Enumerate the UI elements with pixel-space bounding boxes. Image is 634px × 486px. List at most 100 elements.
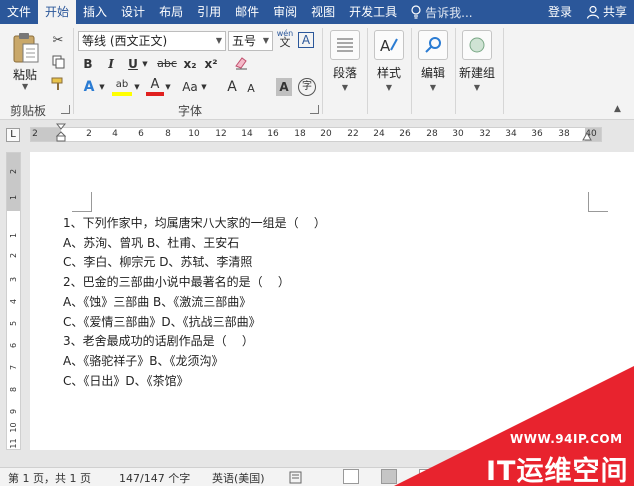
horizontal-ruler[interactable]: 2 2 4 6 8 10 12 14 16 18 20 22 24 26 28 30 32 34 36 38 40 bbox=[30, 127, 602, 142]
signin-button[interactable]: 登录 bbox=[541, 0, 579, 24]
cut-icon[interactable]: ✂ bbox=[50, 32, 66, 48]
tab-developer[interactable]: 开发工具 bbox=[342, 0, 404, 24]
watermark-brand: IT运维空间 bbox=[486, 456, 629, 486]
doc-line[interactable]: C、《日出》D、《茶馆》 bbox=[63, 372, 326, 392]
phonetic-guide-button[interactable]: wén 文 bbox=[276, 29, 294, 49]
tab-insert[interactable]: 插入 bbox=[76, 0, 114, 24]
styles-button[interactable]: A 样式 ▼ bbox=[367, 30, 411, 92]
tab-selector[interactable]: L bbox=[6, 128, 20, 142]
char-shading-button[interactable]: A bbox=[276, 78, 292, 96]
ruler-tick-label: 36 bbox=[531, 129, 543, 139]
page-count[interactable]: 第 1 页，共 1 页 bbox=[8, 470, 91, 486]
paste-dropdown-icon[interactable]: ▼ bbox=[22, 82, 28, 91]
doc-line[interactable]: 1、下列作家中，均属唐宋八大家的一组是（ ） bbox=[63, 214, 326, 234]
doc-line[interactable]: 3、老舍最成功的话剧作品是（ ） bbox=[63, 332, 326, 352]
chevron-down-icon[interactable]: ▼ bbox=[164, 78, 172, 96]
tab-review[interactable]: 审阅 bbox=[266, 0, 304, 24]
language-indicator[interactable]: 英语(美国) bbox=[212, 470, 265, 486]
ruler-tick-label: 26 bbox=[399, 129, 411, 139]
document-body[interactable]: 1、下列作家中，均属唐宋八大家的一组是（ ） A、苏洵、曾巩 B、杜甫、王安石 C、… bbox=[63, 214, 326, 391]
word-count[interactable]: 147/147 个字 bbox=[119, 470, 190, 486]
copy-icon[interactable] bbox=[50, 54, 66, 70]
clipboard-group-label: 剪贴板 bbox=[10, 104, 47, 118]
vruler-tick-label: 11 bbox=[9, 438, 18, 449]
ruler-tick-label: 20 bbox=[320, 129, 332, 139]
paragraph-button[interactable]: 段落 ▼ bbox=[323, 30, 367, 92]
doc-line[interactable]: A、《蚀》三部曲 B、《激流三部曲》 bbox=[63, 293, 326, 313]
font-color-button[interactable]: A bbox=[146, 76, 164, 96]
italic-button[interactable]: I bbox=[103, 55, 119, 73]
vruler-tick-label: 6 bbox=[9, 342, 18, 349]
paragraph-icon bbox=[330, 30, 360, 60]
tab-file[interactable]: 文件 bbox=[0, 0, 38, 24]
tab-references[interactable]: 引用 bbox=[190, 0, 228, 24]
collapse-ribbon-icon[interactable]: ▲ bbox=[614, 104, 621, 114]
ruler-tick-label: 38 bbox=[558, 129, 570, 139]
tab-home[interactable]: 开始 bbox=[38, 0, 77, 24]
tab-layout[interactable]: 布局 bbox=[152, 0, 190, 24]
editing-button[interactable]: 编辑 ▼ bbox=[411, 30, 455, 92]
watermark-url: WWW.94IP.COM bbox=[510, 432, 623, 446]
vruler-tick-label: 1 bbox=[9, 232, 18, 239]
doc-line[interactable]: 2、巴金的三部曲小说中最著名的是（ ） bbox=[63, 273, 326, 293]
bold-button[interactable]: B bbox=[80, 55, 96, 73]
ribbon-home: 粘贴 ▼ ✂ 剪贴板 等线 (西文正文) ▼ 五号 ▼ wén 文 A B I … bbox=[0, 24, 634, 120]
editing-label: 编辑 bbox=[420, 66, 445, 80]
doc-line[interactable]: C、李白、柳宗元 D、苏轼、李清照 bbox=[63, 253, 326, 273]
doc-line[interactable]: C、《爱情三部曲》D、《抗战三部曲》 bbox=[63, 313, 326, 333]
share-label: 共享 bbox=[602, 5, 627, 19]
chevron-down-icon[interactable]: ▼ bbox=[98, 78, 106, 96]
font-size-select[interactable]: 五号 ▼ bbox=[228, 31, 273, 51]
chevron-down-icon: ▼ bbox=[262, 36, 269, 45]
paste-button[interactable]: 粘贴 bbox=[13, 66, 37, 83]
strikethrough-button[interactable]: abc bbox=[156, 55, 178, 73]
shrink-font-button[interactable]: A bbox=[244, 80, 258, 98]
subscript-button[interactable]: x₂ bbox=[182, 55, 198, 73]
enclose-char-button[interactable]: 字 bbox=[298, 78, 316, 96]
tab-view[interactable]: 视图 bbox=[304, 0, 342, 24]
chevron-down-icon[interactable]: ▼ bbox=[141, 55, 149, 73]
read-mode-button[interactable] bbox=[343, 469, 359, 484]
vruler-tick-label: 9 bbox=[9, 408, 18, 415]
vertical-ruler[interactable]: 2 1 1 2 3 4 5 6 7 8 9 10 11 bbox=[6, 152, 21, 450]
format-painter-icon[interactable] bbox=[50, 76, 66, 92]
paragraph-label: 段落 bbox=[332, 66, 357, 80]
font-launcher-icon[interactable] bbox=[310, 105, 319, 114]
right-indent-icon[interactable] bbox=[582, 132, 592, 142]
vruler-tick-label: 5 bbox=[9, 320, 18, 327]
clipboard-launcher-icon[interactable] bbox=[61, 105, 70, 114]
grow-font-button[interactable]: A bbox=[224, 78, 240, 96]
ruler-tick-label: 10 bbox=[188, 129, 200, 139]
phonetic-char: 文 bbox=[279, 36, 291, 49]
vruler-tick-label: 4 bbox=[9, 298, 18, 305]
doc-line[interactable]: A、苏洵、曾巩 B、杜甫、王安石 bbox=[63, 234, 326, 254]
ruler-tick-label: 4 bbox=[112, 129, 118, 139]
chevron-down-icon[interactable]: ▼ bbox=[200, 78, 208, 96]
superscript-button[interactable]: x² bbox=[203, 55, 219, 73]
tell-me-text: 告诉我... bbox=[425, 5, 473, 20]
doc-line[interactable]: A、《骆驼祥子》B、《龙须沟》 bbox=[63, 352, 326, 372]
chevron-down-icon: ▼ bbox=[385, 83, 393, 92]
macro-record-icon[interactable] bbox=[289, 471, 302, 484]
paste-icon[interactable] bbox=[12, 32, 40, 64]
share-button[interactable]: 共享 bbox=[579, 0, 634, 24]
ruler-tick-label: 2 bbox=[86, 129, 92, 139]
new-group-button[interactable]: 新建组 ▼ bbox=[454, 30, 500, 92]
text-effect-button[interactable]: A bbox=[80, 78, 98, 96]
tab-mailings[interactable]: 邮件 bbox=[228, 0, 266, 24]
chevron-down-icon[interactable]: ▼ bbox=[133, 78, 141, 96]
change-case-button[interactable]: Aa bbox=[180, 78, 200, 96]
char-border-button[interactable]: A bbox=[298, 32, 314, 48]
indent-marker-icon[interactable] bbox=[56, 123, 66, 143]
vruler-tick-label: 1 bbox=[9, 194, 18, 201]
clear-format-icon[interactable] bbox=[232, 55, 250, 73]
styles-icon: A bbox=[374, 30, 404, 60]
underline-button[interactable]: U bbox=[125, 55, 141, 73]
page-corner-mark bbox=[588, 192, 608, 212]
tell-me-search[interactable]: 告诉我... bbox=[404, 4, 478, 21]
highlight-button[interactable]: ab bbox=[112, 76, 132, 96]
ruler-tick-label: 18 bbox=[294, 129, 306, 139]
font-name-select[interactable]: 等线 (西文正文) ▼ bbox=[78, 31, 226, 51]
chevron-down-icon: ▼ bbox=[341, 83, 349, 92]
tab-design[interactable]: 设计 bbox=[114, 0, 152, 24]
